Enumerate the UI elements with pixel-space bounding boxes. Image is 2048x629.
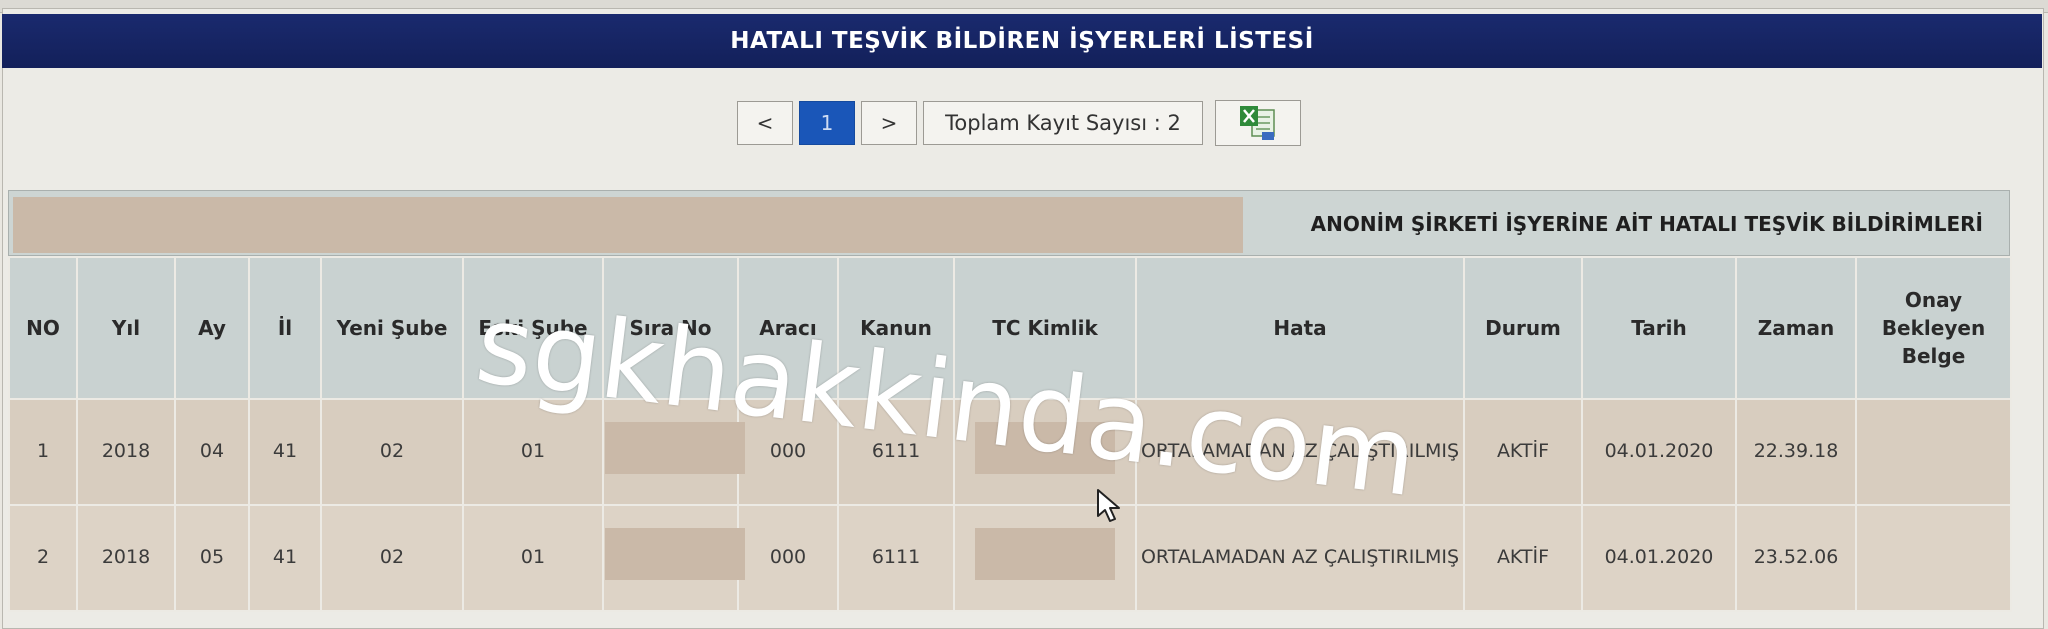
table-row[interactable]: 2 2018 05 41 02 01 000 6111 ORTALAMADAN …: [8, 504, 2012, 612]
cell-error: ORTALAMADAN AZ ÇALIŞTIRILMIŞ: [1135, 504, 1465, 612]
error-table-container: ANONİM ŞİRKETİ İŞYERİNE AİT HATALI TEŞVİ…: [8, 190, 2012, 612]
cell-sequence-no: [602, 504, 745, 612]
col-header[interactable]: Hata: [1135, 256, 1465, 400]
col-header[interactable]: Onay Bekleyen Belge: [1855, 256, 2012, 400]
error-table: NO Yıl Ay İl Yeni Şube Eski Şube Sıra No…: [8, 256, 2012, 612]
cell-pending-document[interactable]: [1855, 398, 2012, 506]
cell-province: 41: [248, 398, 322, 506]
cell-status: AKTİF: [1463, 398, 1583, 506]
col-header[interactable]: Zaman: [1735, 256, 1857, 400]
cell-status: AKTİF: [1463, 504, 1583, 612]
col-header[interactable]: Yıl: [76, 256, 176, 400]
page-title: HATALI TEŞVİK BİLDİREN İŞYERLERİ LİSTESİ: [2, 14, 2042, 68]
col-header[interactable]: NO: [8, 256, 78, 400]
col-header[interactable]: Eski Şube: [462, 256, 604, 400]
cell-old-branch: 01: [462, 504, 604, 612]
col-header[interactable]: Kanun: [837, 256, 955, 400]
redacted-block: [605, 527, 745, 580]
cell-year: 2018: [76, 504, 176, 612]
cell-law: 6111: [837, 504, 955, 612]
cell-pending-document[interactable]: [1855, 504, 2012, 612]
col-header[interactable]: Durum: [1463, 256, 1583, 400]
cell-law: 6111: [837, 398, 955, 506]
col-header[interactable]: Ay: [174, 256, 250, 400]
redacted-block: [13, 197, 613, 253]
cell-date: 04.01.2020: [1581, 504, 1737, 612]
redacted-block: [975, 527, 1115, 580]
cell-intermediary: 000: [737, 504, 839, 612]
cell-new-branch: 02: [320, 398, 464, 506]
col-header[interactable]: TC Kimlik: [953, 256, 1137, 400]
redacted-block: [975, 421, 1115, 474]
mouse-cursor-icon: [1097, 489, 1120, 522]
cell-old-branch: 01: [462, 398, 604, 506]
page-1-button[interactable]: 1: [799, 101, 855, 145]
cell-time: 23.52.06: [1735, 504, 1857, 612]
col-header[interactable]: Yeni Şube: [320, 256, 464, 400]
excel-export-icon: [1240, 106, 1275, 140]
total-record-count: Toplam Kayıt Sayısı : 2: [923, 101, 1203, 145]
cell-month: 04: [174, 398, 250, 506]
cell-month: 05: [174, 504, 250, 612]
cell-date: 04.01.2020: [1581, 398, 1737, 506]
excel-export-button[interactable]: [1215, 100, 1301, 146]
table-caption-text: ANONİM ŞİRKETİ İŞYERİNE AİT HATALI TEŞVİ…: [1310, 212, 1983, 236]
col-header[interactable]: İl: [248, 256, 322, 400]
cell-year: 2018: [76, 398, 176, 506]
cell-intermediary: 000: [737, 398, 839, 506]
table-row[interactable]: 1 2018 04 41 02 01 000 6111 ORTALAMADAN …: [8, 398, 2012, 506]
prev-page-button[interactable]: <: [737, 101, 793, 145]
redacted-block: [605, 421, 745, 474]
col-header[interactable]: Aracı: [737, 256, 839, 400]
cell-no: 2: [8, 504, 78, 612]
redacted-block: [613, 197, 1243, 253]
cell-province: 41: [248, 504, 322, 612]
pagination: < 1 > Toplam Kayıt Sayısı : 2: [737, 100, 1301, 146]
col-header[interactable]: Tarih: [1581, 256, 1737, 400]
table-header-row: NO Yıl Ay İl Yeni Şube Eski Şube Sıra No…: [8, 256, 2012, 400]
cell-time: 22.39.18: [1735, 398, 1857, 506]
cell-sequence-no: [602, 398, 745, 506]
next-page-button[interactable]: >: [861, 101, 917, 145]
table-caption: ANONİM ŞİRKETİ İŞYERİNE AİT HATALI TEŞVİ…: [8, 190, 2010, 256]
cell-no: 1: [8, 398, 78, 506]
cell-error: ORTALAMADAN AZ ÇALIŞTIRILMIŞ: [1135, 398, 1465, 506]
cell-new-branch: 02: [320, 504, 464, 612]
col-header[interactable]: Sıra No: [602, 256, 739, 400]
